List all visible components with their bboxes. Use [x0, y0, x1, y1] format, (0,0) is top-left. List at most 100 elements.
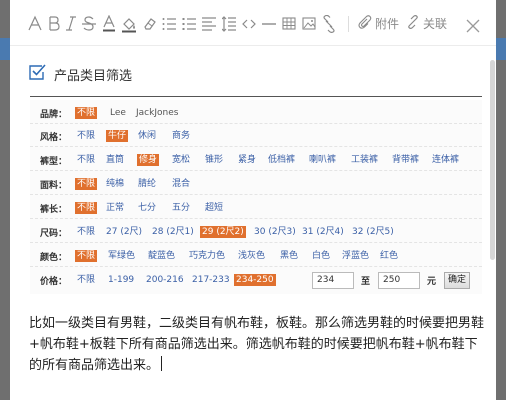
eraser-icon[interactable]	[142, 15, 156, 33]
filter-option: 纯棉	[106, 179, 125, 189]
heading-a-icon[interactable]	[28, 15, 42, 33]
paperclip-icon	[358, 14, 372, 34]
background-left	[0, 0, 10, 400]
filter-option: 浅灰色	[238, 251, 266, 261]
background-header-band	[496, 38, 506, 60]
filter-label: 颜色：	[40, 253, 68, 263]
filter-row-brand: 品牌： 不限 Lee JackJones	[30, 102, 482, 124]
align-icon[interactable]	[202, 15, 216, 33]
filter-option-selected: 不限	[75, 202, 98, 214]
filter-option-selected: 29 (2尺2)	[200, 226, 246, 238]
attachment-button[interactable]: 附件	[358, 14, 400, 34]
filter-option-selected: 234-250	[234, 274, 276, 286]
line-height-icon[interactable]	[222, 15, 236, 33]
filter-option: 28 (2尺1)	[152, 227, 194, 237]
attachment-label: 附件	[375, 17, 400, 31]
filter-option: 白色	[312, 251, 331, 261]
bold-icon[interactable]	[48, 15, 60, 33]
filter-option: 五分	[172, 203, 191, 213]
filter-option: 32 (2尺5)	[352, 227, 394, 237]
filter-row-fabric: 面料： 不限 纯棉 腈纶 混合	[30, 173, 482, 195]
toolbar-separator	[348, 16, 349, 32]
filter-label: 裤型：	[40, 157, 68, 167]
filter-option: 锥形	[205, 155, 224, 165]
filter-label: 价格：	[40, 277, 68, 287]
filter-option: 休闲	[138, 131, 157, 141]
font-color-icon[interactable]	[102, 15, 116, 33]
price-unit-label: 元	[427, 277, 437, 287]
content-paragraph[interactable]: 比如一级类目有男鞋，二级类目有帆布鞋，板鞋。那么筛选男鞋的时候要把男鞋+帆布鞋+…	[29, 316, 484, 373]
background-right	[496, 0, 506, 400]
filter-option: 不限	[77, 131, 96, 141]
price-confirm-button: 确定	[444, 272, 470, 289]
filter-option-selected: 不限	[75, 178, 98, 190]
filter-option: 喇叭裤	[309, 155, 337, 165]
table-icon[interactable]	[282, 15, 296, 33]
filter-option: 军绿色	[108, 251, 136, 261]
unordered-list-icon[interactable]	[182, 15, 196, 33]
filter-row-color: 颜色： 不限 军绿色 靛蓝色 巧克力色 浅灰色 黑色 白色 浮蓝色 红色	[30, 245, 482, 267]
editor-content[interactable]: 比如一级类目有男鞋，二级类目有帆布鞋，板鞋。那么筛选男鞋的时候要把男鞋+帆布鞋+…	[29, 313, 489, 376]
link-icon[interactable]	[322, 15, 336, 33]
filter-option: JackJones	[136, 108, 179, 118]
filter-option: 紧身	[238, 155, 257, 165]
filter-option: 直筒	[106, 155, 125, 165]
filter-option-selected: 修身	[137, 154, 160, 166]
scrollbar-thumb[interactable]	[490, 60, 495, 260]
product-filter-image: 品牌： 不限 Lee JackJones 风格： 不限 牛仔 休闲 商务 裤型：…	[30, 100, 482, 294]
scrollbar[interactable]	[490, 48, 496, 400]
filter-option: 红色	[380, 251, 399, 261]
filter-option: 连体裤	[432, 155, 460, 165]
filter-option: 30 (2尺3)	[254, 227, 296, 237]
filter-row-length: 裤长： 不限 正常 七分 五分 超短	[30, 197, 482, 219]
filter-option: 七分	[138, 203, 157, 213]
link-chain-icon	[406, 14, 420, 34]
editor-dialog: 附件 关联 产品类目筛选 品牌： 不限 Lee JackJones 风格： 不限…	[10, 0, 496, 400]
title-divider	[30, 96, 482, 97]
image-icon[interactable]	[302, 15, 316, 33]
filter-option: Lee	[110, 108, 126, 118]
doc-title[interactable]: 产品类目筛选	[54, 65, 132, 84]
checkbox-checked-icon[interactable]	[28, 63, 46, 85]
filter-option: 超短	[205, 203, 224, 213]
paint-bucket-icon[interactable]	[122, 15, 136, 33]
filter-option: 正常	[106, 203, 125, 213]
filter-option: 27 (2尺)	[106, 227, 143, 237]
background-header-band	[0, 38, 10, 60]
ordered-list-icon[interactable]	[162, 15, 176, 33]
filter-option: 黑色	[280, 251, 299, 261]
filter-option: 浮蓝色	[342, 251, 370, 261]
filter-option: 不限	[77, 275, 96, 285]
filter-option: 商务	[172, 131, 191, 141]
filter-option: 不限	[77, 155, 96, 165]
filter-option: 217-233	[192, 275, 230, 285]
filter-option-selected: 不限	[75, 250, 98, 262]
code-icon[interactable]	[242, 15, 256, 33]
relate-button[interactable]: 关联	[406, 14, 447, 34]
filter-label: 面料：	[40, 181, 68, 191]
filter-option-selected: 不限	[75, 107, 98, 119]
editor-toolbar: 附件 关联	[10, 0, 496, 46]
text-cursor	[161, 356, 163, 371]
strikethrough-icon[interactable]	[82, 15, 96, 33]
filter-option: 靛蓝色	[148, 251, 176, 261]
filter-row-fit: 裤型： 不限 直筒 修身 宽松 锥形 紧身 低档裤 喇叭裤 工装裤 背带裤 连体…	[30, 149, 482, 171]
filter-option: 巧克力色	[189, 251, 226, 261]
filter-option: 工装裤	[351, 155, 379, 165]
filter-option: 混合	[172, 179, 191, 189]
filter-option: 背带裤	[392, 155, 420, 165]
filter-label: 尺码：	[40, 229, 68, 239]
filter-option-selected: 牛仔	[106, 130, 129, 142]
price-min-field: 234	[312, 272, 354, 289]
close-icon[interactable]	[466, 18, 480, 33]
checklist-title: 产品类目筛选	[28, 64, 132, 84]
filter-option: 低档裤	[268, 155, 296, 165]
filter-label: 裤长：	[40, 205, 68, 215]
filter-row-style: 风格： 不限 牛仔 休闲 商务	[30, 125, 482, 147]
filter-row-size: 尺码： 不限 27 (2尺) 28 (2尺1) 29 (2尺2) 30 (2尺3…	[30, 221, 482, 243]
price-to-label: 至	[361, 277, 371, 287]
horizontal-rule-icon[interactable]	[262, 15, 276, 33]
filter-option: 宽松	[172, 155, 191, 165]
italic-icon[interactable]	[66, 15, 76, 33]
filter-label: 风格：	[40, 133, 68, 143]
